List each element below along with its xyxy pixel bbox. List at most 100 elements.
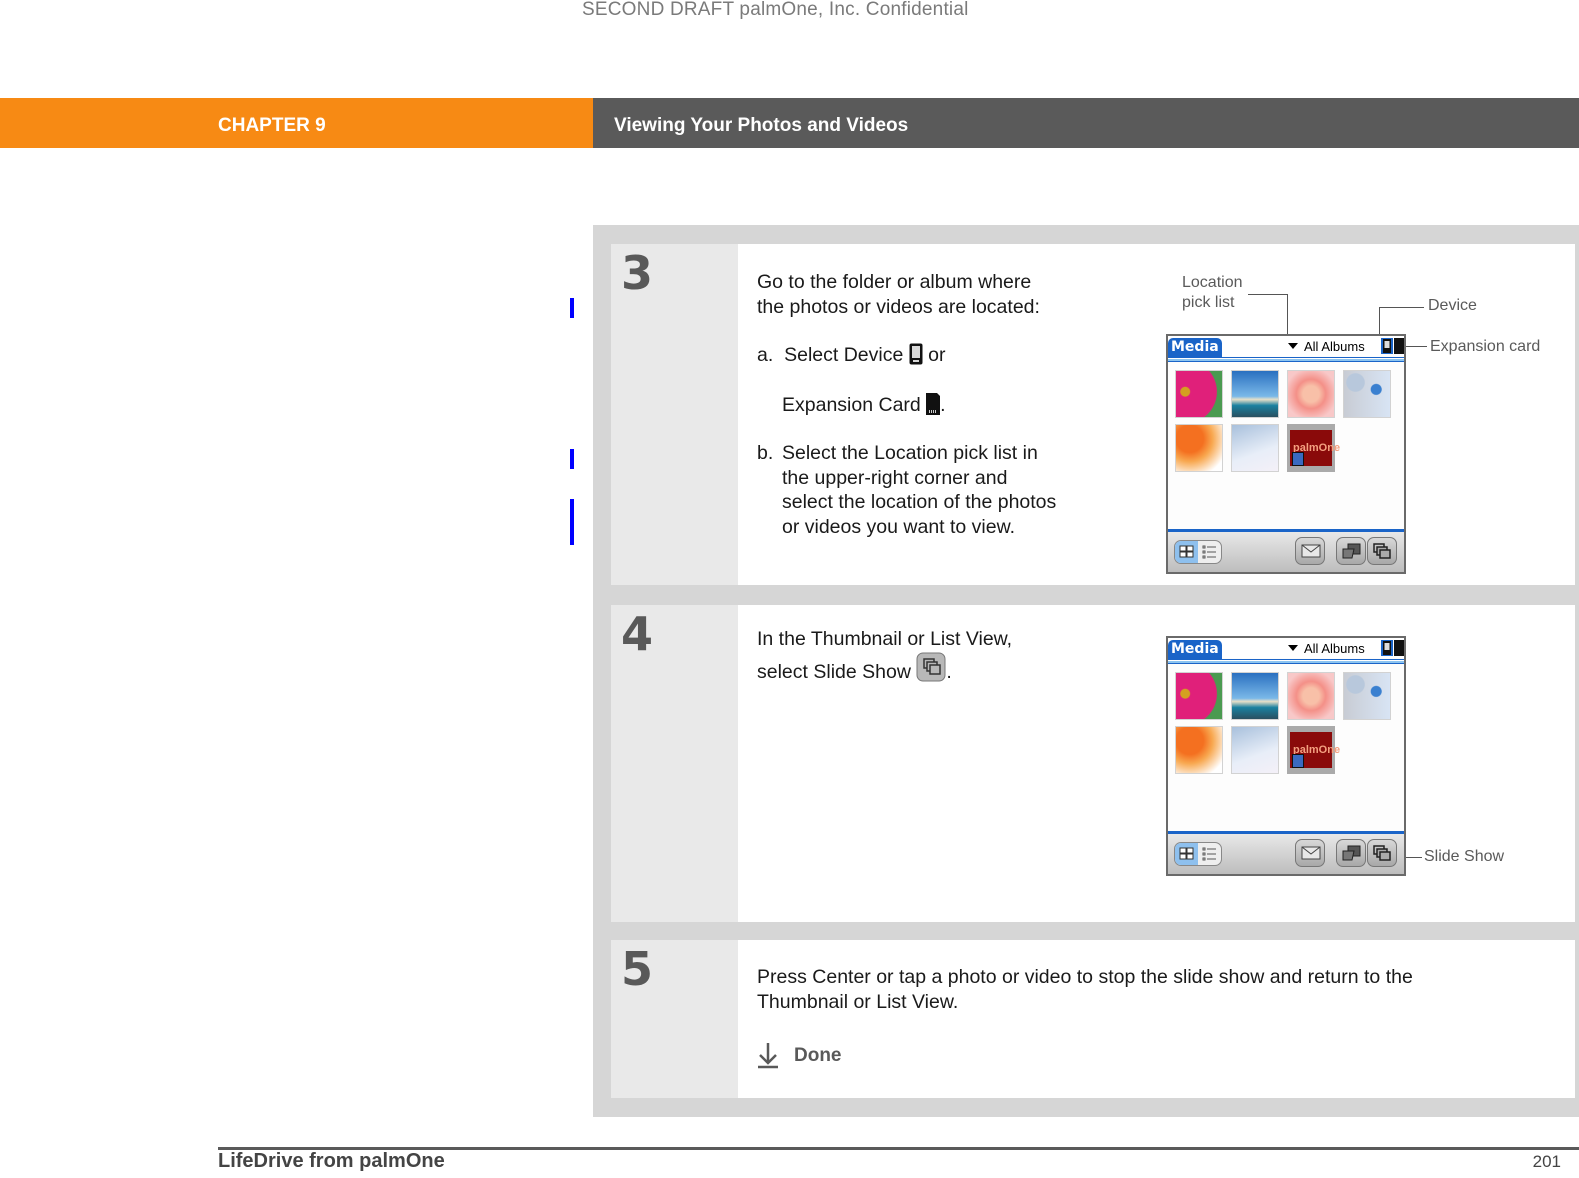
thumbnail-orange-dots[interactable] <box>1175 726 1223 774</box>
palm-command-bar <box>1168 529 1404 572</box>
page-number: 201 <box>1532 1152 1561 1171</box>
palm-titlebar: Media All Albums <box>1168 336 1404 357</box>
step-3-item-a-cont: Expansion Card . <box>782 393 946 422</box>
thumbnail-pink-daisy[interactable] <box>1175 370 1223 418</box>
dropdown-triangle-icon <box>1288 343 1298 349</box>
device-icon <box>909 343 923 372</box>
move-to-album-button[interactable] <box>1336 839 1366 867</box>
send-button[interactable] <box>1295 537 1325 565</box>
media-screenshot-step-4: Media All Albums palmOne <box>1166 636 1406 876</box>
thumbnail-pink-rose[interactable] <box>1287 370 1335 418</box>
list-view-button[interactable] <box>1198 843 1221 865</box>
thumbnail-view-button[interactable] <box>1175 541 1198 563</box>
step-number-column: 5 <box>611 940 738 1098</box>
thumbnail-palm-trees[interactable] <box>1231 370 1279 418</box>
callout-expansion-card: Expansion card <box>1430 338 1541 355</box>
text-line: Select the Location pick list in <box>782 442 1038 464</box>
thumbnail-orange-dots[interactable] <box>1175 424 1223 472</box>
media-screenshot-step-3: Media All Albums palmOne <box>1166 334 1406 574</box>
text-line: Go to the folder or album where <box>757 271 1032 293</box>
step-5-row: 5 Press Center or tap a photo or video t… <box>611 940 1575 1098</box>
video-film-icon <box>1292 754 1304 768</box>
step-4-row: 4 In the Thumbnail or List View, select … <box>611 605 1575 922</box>
move-to-album-button[interactable] <box>1336 537 1366 565</box>
step-4-text: In the Thumbnail or List View, select Sl… <box>757 627 1012 688</box>
callout-device: Device <box>1428 297 1477 314</box>
list-marker: a. <box>757 344 774 366</box>
callout-text: Location <box>1182 274 1243 291</box>
step-3-item-b: b. <box>757 441 773 466</box>
callout-text: pick list <box>1182 294 1235 311</box>
thumbnail-blue-bubbles[interactable] <box>1343 672 1391 720</box>
step-number-column: 3 <box>611 244 738 585</box>
location-picklist[interactable]: All Albums <box>1288 641 1365 656</box>
callout-location-pick-list: Location pick list <box>1182 273 1243 313</box>
palm-command-bar <box>1168 831 1404 874</box>
picklist-value: All Albums <box>1304 641 1365 656</box>
text-line: the upper-right corner and <box>782 466 1008 489</box>
text-line: In the Thumbnail or List View, <box>757 628 1013 650</box>
text: . <box>940 394 946 416</box>
device-location-icon[interactable] <box>1381 640 1393 656</box>
change-bar <box>570 499 574 545</box>
title-rule <box>1168 357 1404 362</box>
list-marker: b. <box>757 442 774 464</box>
footer-book-title: LifeDrive from palmOne <box>218 1150 445 1172</box>
text: select Slide Show <box>757 660 911 683</box>
slide-show-button[interactable] <box>1367 537 1397 565</box>
change-bar <box>570 298 574 318</box>
text-line: or videos you want to view. <box>782 515 1016 538</box>
chapter-label: CHAPTER 9 <box>218 115 326 136</box>
picklist-value: All Albums <box>1304 339 1365 354</box>
text-line: Thumbnail or List View. <box>757 990 959 1013</box>
step-5-text: Press Center or tap a photo or video to … <box>757 965 1413 1014</box>
slide-show-button[interactable] <box>1367 839 1397 867</box>
step-number: 5 <box>621 942 654 996</box>
title-rule <box>1168 659 1404 664</box>
step-number: 4 <box>621 607 654 661</box>
thumbnail-pink-rose[interactable] <box>1287 672 1335 720</box>
view-toggle <box>1174 540 1222 564</box>
leader-line <box>1248 294 1288 295</box>
thumbnail-view-button[interactable] <box>1175 843 1198 865</box>
step-3-item-a: a. Select Device or <box>757 343 946 372</box>
device-location-icon[interactable] <box>1381 338 1393 354</box>
callout-slide-show: Slide Show <box>1424 848 1505 865</box>
thumbnail-palm-trees[interactable] <box>1231 672 1279 720</box>
text: . <box>946 660 952 683</box>
palm-titlebar: Media All Albums <box>1168 638 1404 659</box>
expansion-card-icon <box>926 393 941 422</box>
thumbnail-blue-bubbles[interactable] <box>1343 370 1391 418</box>
step-3-intro: Go to the folder or album where the phot… <box>757 270 1040 319</box>
text: Select Device <box>784 344 904 366</box>
thumbnail-blue-swirl[interactable] <box>1231 726 1279 774</box>
expansion-card-location-icon[interactable] <box>1394 338 1404 354</box>
thumbnail-pink-daisy[interactable] <box>1175 672 1223 720</box>
step-number: 3 <box>621 246 654 300</box>
thumbnail-blue-swirl[interactable] <box>1231 424 1279 472</box>
text-line: Press Center or tap a photo or video to … <box>757 966 1413 988</box>
send-button[interactable] <box>1295 839 1325 867</box>
thumbnail-palmone-video[interactable]: palmOne <box>1287 424 1340 472</box>
draft-watermark: SECOND DRAFT palmOne, Inc. Confidential <box>582 0 969 20</box>
step-3-item-b-text: Select the Location pick list in the upp… <box>782 441 1056 539</box>
expansion-card-location-icon[interactable] <box>1394 640 1404 656</box>
text: or <box>928 344 946 366</box>
app-tab-media[interactable]: Media <box>1168 640 1222 659</box>
slide-show-icon <box>916 652 946 689</box>
done-label: Done <box>794 1045 842 1066</box>
video-film-icon <box>1292 452 1304 466</box>
text-line: the photos or videos are located: <box>757 295 1040 318</box>
view-toggle <box>1174 842 1222 866</box>
location-picklist[interactable]: All Albums <box>1288 339 1365 354</box>
step-number-column: 4 <box>611 605 738 922</box>
list-view-button[interactable] <box>1198 541 1221 563</box>
app-tab-media[interactable]: Media <box>1168 338 1222 357</box>
leader-line <box>1379 307 1380 335</box>
change-bar <box>570 449 574 469</box>
dropdown-triangle-icon <box>1288 645 1298 651</box>
thumbnail-palmone-video[interactable]: palmOne <box>1287 726 1340 774</box>
text: Expansion Card <box>782 394 921 416</box>
chapter-title: Viewing Your Photos and Videos <box>614 115 909 136</box>
text-line: select the location of the photos <box>782 491 1057 513</box>
